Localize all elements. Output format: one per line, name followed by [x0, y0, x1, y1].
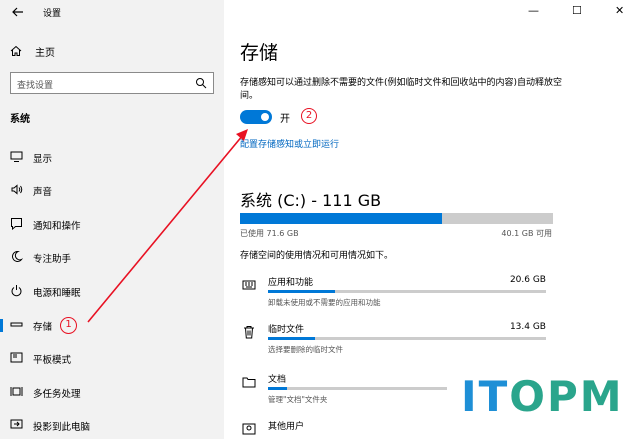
sound-icon — [11, 184, 23, 195]
search-icon[interactable] — [195, 77, 207, 89]
category-name: 文档 — [268, 375, 287, 385]
back-arrow-icon[interactable] — [11, 5, 25, 19]
used-space-label: 已使用 71.6 GB — [240, 229, 299, 238]
page-title: 存储 — [240, 42, 279, 64]
sidebar-item-label: 多任务处理 — [33, 389, 81, 400]
annotation-circle-1: 1 — [60, 317, 77, 334]
trash-icon — [244, 326, 254, 339]
maximize-button[interactable]: ☐ — [572, 4, 582, 17]
storage-sense-toggle[interactable] — [240, 110, 272, 124]
category-bar-fill — [268, 387, 288, 390]
category-name: 其他用户 — [268, 422, 305, 432]
sidebar: 设置 主页 查找设置 系统 显示 声音 通知和操作 专注助手 电源和睡眠 存储 … — [0, 0, 224, 439]
configure-storage-sense-link[interactable]: 配置存储感知或立即运行 — [240, 137, 339, 150]
sidebar-item-tablet-mode[interactable]: 平板模式 — [0, 346, 224, 370]
window-controls: — ☐ ✕ — [520, 0, 640, 24]
toggle-state-label: 开 — [280, 114, 290, 125]
sidebar-item-display[interactable]: 显示 — [0, 145, 224, 169]
usage-info-text: 存储空间的使用情况和可用情况如下。 — [240, 251, 394, 261]
category-bar — [268, 337, 546, 340]
search-input[interactable]: 查找设置 — [10, 72, 214, 94]
free-space-label: 40.1 GB 可用 — [501, 229, 552, 238]
section-label-system: 系统 — [10, 114, 30, 125]
drive-title: 系统 (C:) - 111 GB — [240, 191, 382, 210]
home-nav-item[interactable]: 主页 — [10, 43, 55, 59]
folder-icon — [242, 377, 256, 388]
minimize-button[interactable]: — — [528, 4, 539, 17]
sidebar-item-label: 通知和操作 — [33, 221, 81, 232]
sidebar-item-notifications[interactable]: 通知和操作 — [0, 212, 224, 236]
search-placeholder: 查找设置 — [17, 81, 54, 91]
project-icon — [10, 419, 23, 429]
home-label: 主页 — [35, 47, 55, 59]
watermark-logo: ITOPM — [447, 366, 640, 439]
category-subtitle: 卸载未使用或不需要的应用和功能 — [268, 298, 381, 307]
sidebar-item-focus-assist[interactable]: 专注助手 — [0, 245, 224, 269]
sidebar-item-storage[interactable]: 存储 — [0, 313, 224, 337]
annotation-circle-2: 2 — [301, 108, 317, 124]
category-name: 应用和功能 — [268, 278, 314, 288]
display-icon — [10, 151, 23, 162]
storage-sense-description: 存储感知可以通过删除不需要的文件(例如临时文件和回收站中的内容)自动释放空间。 — [240, 78, 563, 101]
close-button[interactable]: ✕ — [615, 4, 624, 17]
sidebar-item-multitasking[interactable]: 多任务处理 — [0, 380, 224, 404]
sidebar-item-label: 投影到此电脑 — [33, 422, 91, 433]
storage-icon — [10, 322, 23, 327]
home-icon — [10, 45, 22, 56]
sidebar-item-label: 存储 — [33, 322, 53, 333]
sidebar-item-project[interactable]: 投影到此电脑 — [0, 413, 224, 437]
category-temp-files[interactable]: 临时文件 13.4 GB 选择要删除的临时文件 — [240, 322, 550, 362]
category-bar — [268, 290, 546, 293]
sidebar-item-label: 平板模式 — [33, 355, 72, 366]
apps-icon — [242, 280, 256, 290]
drive-usage-fill — [240, 213, 442, 224]
sidebar-item-power[interactable]: 电源和睡眠 — [0, 279, 224, 303]
multitask-icon — [10, 387, 23, 396]
watermark-text: ITOPM — [461, 372, 624, 421]
notification-icon — [11, 218, 22, 230]
toggle-knob — [261, 113, 269, 121]
sidebar-item-label: 电源和睡眠 — [33, 288, 81, 299]
category-size: 20.6 GB — [509, 275, 546, 285]
app-title: 设置 — [43, 9, 62, 19]
tablet-icon — [10, 352, 23, 363]
sidebar-item-label: 声音 — [33, 187, 53, 198]
power-icon — [11, 285, 22, 297]
sidebar-item-label: 显示 — [33, 154, 53, 165]
title-bar: 设置 — [0, 0, 224, 26]
category-bar-fill — [268, 337, 316, 340]
category-bar-fill — [268, 290, 335, 293]
category-size: 13.4 GB — [509, 322, 546, 332]
drive-usage-bar — [240, 213, 553, 224]
sidebar-item-sound[interactable]: 声音 — [0, 178, 224, 202]
category-subtitle: 选择要删除的临时文件 — [268, 345, 343, 354]
sidebar-item-label: 专注助手 — [33, 254, 72, 265]
moon-icon — [12, 250, 23, 262]
category-subtitle: 管理"文档"文件夹 — [268, 395, 328, 404]
category-name: 临时文件 — [268, 325, 305, 335]
category-apps[interactable]: 应用和功能 20.6 GB 卸载未使用或不需要的应用和功能 — [240, 275, 550, 315]
users-icon — [242, 423, 256, 435]
